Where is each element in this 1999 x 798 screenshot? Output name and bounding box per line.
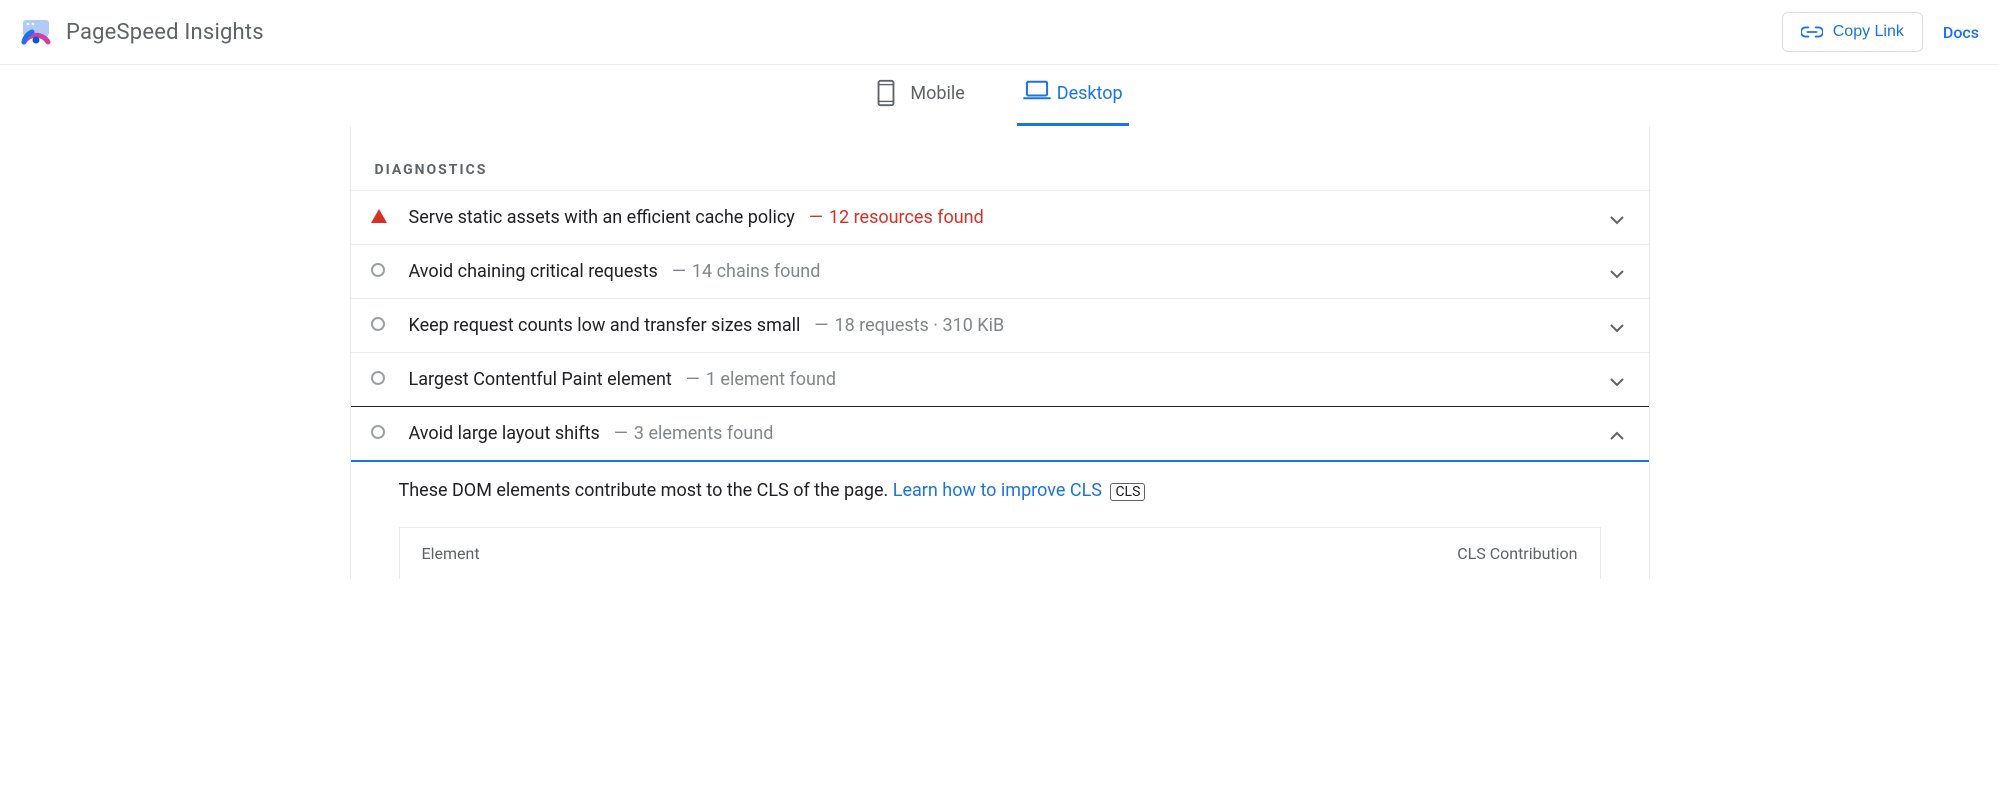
audit-cache-policy[interactable]: Serve static assets with an efficient ca…: [351, 190, 1649, 244]
pagespeed-logo-icon: [20, 16, 52, 48]
header-left: PageSpeed Insights: [20, 16, 264, 48]
table-header-row: Element CLS Contribution: [400, 528, 1600, 579]
column-element: Element: [422, 544, 480, 563]
tab-desktop[interactable]: Desktop: [1017, 65, 1129, 126]
section-title-diagnostics: DIAGNOSTICS: [351, 126, 1649, 190]
chevron-down-icon: [1609, 375, 1625, 385]
audit-meta: —12 resources found: [809, 207, 984, 228]
info-circle-icon: [371, 371, 389, 389]
audit-title: Largest Contentful Paint element: [409, 369, 672, 390]
copy-link-label: Copy Link: [1833, 23, 1904, 41]
desktop-icon: [1023, 79, 1045, 107]
audit-lcp-element[interactable]: Largest Contentful Paint element —1 elem…: [351, 352, 1649, 407]
docs-link[interactable]: Docs: [1943, 23, 1979, 42]
warning-triangle-icon: [371, 209, 389, 227]
audit-request-counts[interactable]: Keep request counts low and transfer siz…: [351, 298, 1649, 352]
chevron-down-icon: [1609, 267, 1625, 277]
chevron-up-icon: [1609, 429, 1625, 439]
mobile-icon: [876, 79, 898, 107]
audit-layout-shifts[interactable]: Avoid large layout shifts —3 elements fo…: [351, 407, 1649, 462]
tab-mobile-label: Mobile: [910, 83, 964, 104]
app-title: PageSpeed Insights: [66, 20, 264, 45]
audit-meta: —14 chains found: [672, 261, 821, 282]
info-circle-icon: [371, 425, 389, 443]
audit-title: Serve static assets with an efficient ca…: [409, 207, 795, 228]
tab-mobile[interactable]: Mobile: [870, 65, 970, 126]
diagnostics-panel: DIAGNOSTICS Serve static assets with an …: [350, 126, 1650, 579]
audit-meta: —1 element found: [686, 369, 836, 390]
audit-title: Avoid chaining critical requests: [409, 261, 658, 282]
info-circle-icon: [371, 263, 389, 281]
chevron-down-icon: [1609, 321, 1625, 331]
info-circle-icon: [371, 317, 389, 335]
audit-title: Keep request counts low and transfer siz…: [409, 315, 801, 336]
cls-badge: CLS: [1110, 483, 1145, 501]
column-cls-contribution: CLS Contribution: [1457, 544, 1577, 563]
audit-meta: —3 elements found: [614, 423, 774, 444]
link-icon: [1801, 25, 1823, 39]
audit-chaining-requests[interactable]: Avoid chaining critical requests —14 cha…: [351, 244, 1649, 298]
audit-meta: —18 requests · 310 KiB: [814, 315, 1004, 336]
tab-desktop-label: Desktop: [1057, 83, 1123, 104]
audit-detail: These DOM elements contribute most to th…: [351, 462, 1649, 501]
learn-cls-link[interactable]: Learn how to improve CLS: [893, 480, 1102, 501]
app-header: PageSpeed Insights Copy Link Docs: [0, 0, 1999, 65]
header-right: Copy Link Docs: [1782, 12, 1979, 52]
copy-link-button[interactable]: Copy Link: [1782, 12, 1923, 52]
chevron-down-icon: [1609, 213, 1625, 223]
cls-table: Element CLS Contribution: [399, 527, 1601, 579]
audit-title: Avoid large layout shifts: [409, 423, 600, 444]
detail-text: These DOM elements contribute most to th…: [399, 480, 889, 501]
device-tabs: Mobile Desktop: [0, 65, 1999, 126]
